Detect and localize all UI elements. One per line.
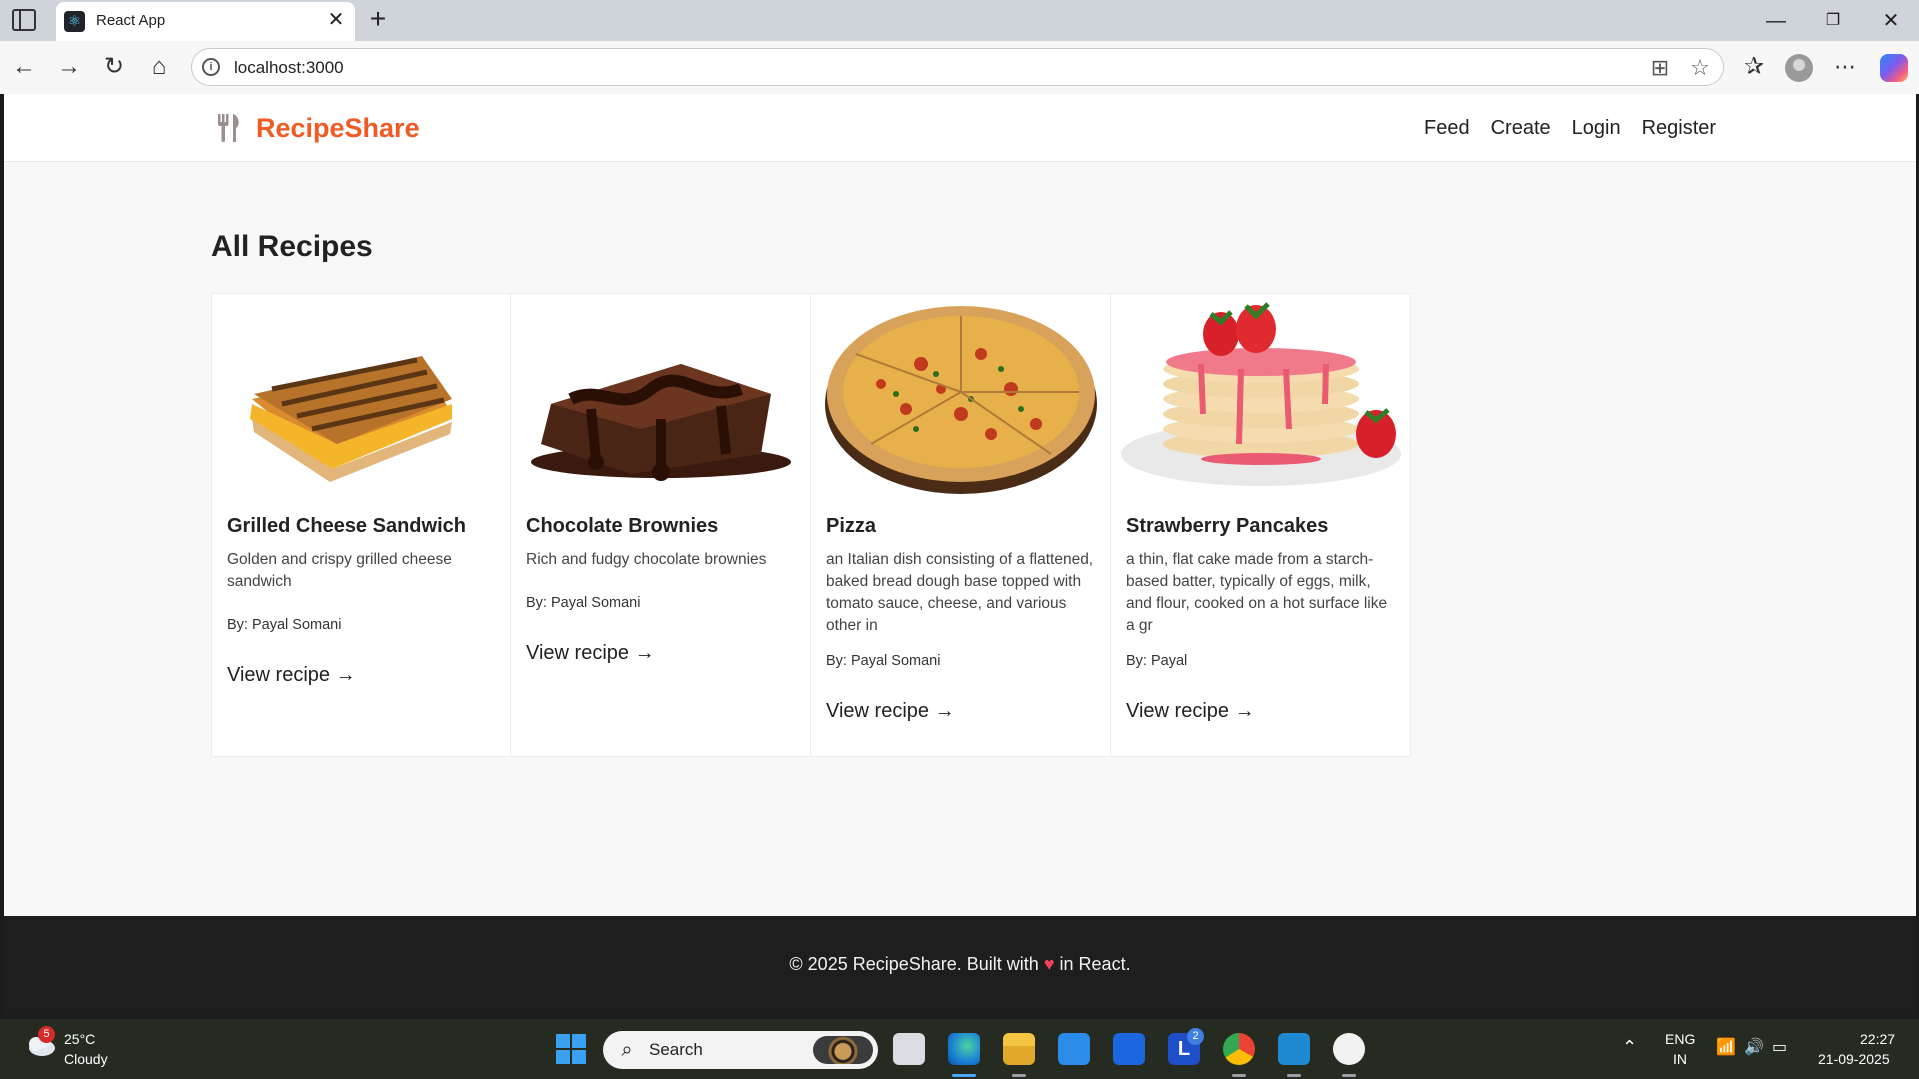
reload-icon[interactable]: ↻ [98, 51, 130, 83]
mongodb-icon[interactable] [1333, 1033, 1365, 1065]
site-header: RecipeShare Feed Create Login Register [4, 94, 1916, 162]
dropbox-icon[interactable] [1113, 1033, 1145, 1065]
brand-logo-text[interactable]: RecipeShare [256, 113, 420, 144]
weather-condition[interactable]: Cloudy [64, 1051, 108, 1067]
recipe-image-strawberry-pancakes [1121, 302, 1401, 486]
edge-browser-icon[interactable] [948, 1033, 980, 1065]
favorite-star-icon[interactable]: ☆ [1687, 55, 1713, 81]
mail-icon[interactable] [1058, 1033, 1090, 1065]
recipe-title[interactable]: Grilled Cheese Sandwich [227, 515, 466, 538]
recipe-description: Rich and fudgy chocolate brownies [526, 551, 767, 568]
volume-icon[interactable]: 🔊 [1744, 1037, 1764, 1057]
clock-date[interactable]: 21-09-2025 [1818, 1051, 1890, 1067]
recipe-image-brownies [531, 364, 791, 481]
search-highlight-icon [813, 1036, 873, 1064]
fork-knife-icon [216, 112, 242, 144]
recipe-grid: Grilled Cheese Sandwich Golden and crisp… [211, 293, 1411, 757]
recipe-author: By: Payal [1126, 653, 1188, 669]
copilot-icon[interactable] [1880, 54, 1908, 82]
taskbar-search[interactable]: ⌕ Search [603, 1031, 878, 1069]
chrome-indicator [1232, 1074, 1246, 1077]
language-top[interactable]: ENG [1665, 1031, 1695, 1047]
recipe-author: By: Payal Somani [227, 617, 342, 633]
recipe-card: Strawberry Pancakes a thin, flat cake ma… [1111, 293, 1411, 757]
profile-avatar-icon[interactable] [1785, 54, 1813, 82]
clock-time[interactable]: 22:27 [1860, 1031, 1895, 1047]
language-bottom[interactable]: IN [1673, 1051, 1687, 1067]
vscode-indicator [1287, 1074, 1301, 1077]
back-icon[interactable]: ← [8, 51, 40, 83]
home-icon[interactable]: ⌂ [143, 51, 175, 83]
site-info-icon[interactable]: i [202, 58, 220, 76]
footer-text: © 2025 RecipeShare. Built with ♥ in Reac… [4, 954, 1916, 975]
mongodb-indicator [1342, 1074, 1356, 1077]
recipe-description: a thin, flat cake made from a starch-bas… [1126, 551, 1388, 634]
nav-link-create[interactable]: Create [1491, 117, 1551, 140]
nav-link-feed[interactable]: Feed [1424, 117, 1470, 140]
battery-icon[interactable]: ▭ [1772, 1037, 1787, 1057]
recipe-title[interactable]: Chocolate Brownies [526, 515, 718, 538]
recipe-description: Golden and crispy grilled cheese sandwic… [227, 551, 452, 590]
site-nav: Feed Create Login Register [1424, 117, 1716, 140]
heart-icon: ♥ [1043, 954, 1055, 974]
forward-icon[interactable]: → [53, 51, 85, 83]
more-options-icon[interactable]: ⋯ [1829, 51, 1861, 83]
weather-temperature[interactable]: 25°C [64, 1031, 95, 1047]
taskbar: 5 25°C Cloudy ⌕ Search L 2 ⌃ ENG IN 📶 🔊 … [0, 1019, 1919, 1079]
restore-window-icon[interactable]: ❐ [1813, 6, 1853, 36]
nav-link-register[interactable]: Register [1642, 117, 1716, 140]
recipe-author: By: Payal Somani [526, 595, 641, 611]
recipe-card: Pizza an Italian dish consisting of a fl… [811, 293, 1111, 757]
browser-tab-active[interactable]: ⚛ React App ✕ [56, 2, 355, 41]
recipe-author: By: Payal Somani [826, 653, 941, 669]
recipe-card: Chocolate Brownies Rich and fudgy chocol… [511, 293, 811, 757]
view-recipe-link[interactable]: View recipe → [227, 664, 356, 687]
footer-text-end: in React. [1059, 954, 1131, 974]
browser-toolbar: ← → ↻ ⌂ i localhost:3000 ⊞ ☆ ✰ ⋯ [0, 41, 1919, 94]
new-tab-icon[interactable]: + [364, 4, 392, 34]
search-icon: ⌕ [621, 1039, 633, 1061]
edge-active-indicator [952, 1074, 976, 1077]
windows-start-icon[interactable] [556, 1034, 586, 1064]
favorites-icon[interactable]: ✰ [1738, 51, 1770, 83]
address-bar[interactable]: i localhost:3000 ⊞ ☆ [191, 48, 1724, 86]
close-tab-icon[interactable]: ✕ [324, 8, 348, 32]
nav-link-login[interactable]: Login [1572, 117, 1621, 140]
recipe-title[interactable]: Strawberry Pancakes [1126, 515, 1328, 538]
search-label: Search [649, 1040, 703, 1059]
footer-text-start: © 2025 RecipeShare. Built with [789, 954, 1039, 974]
page-title: All Recipes [211, 230, 373, 263]
minimize-window-icon[interactable]: — [1756, 6, 1796, 36]
browser-tab-bar: ⚛ React App ✕ + — ❐ ✕ [0, 0, 1919, 41]
tab-actions-icon[interactable] [12, 9, 36, 31]
view-recipe-link[interactable]: View recipe → [526, 642, 655, 665]
explorer-indicator [1012, 1074, 1026, 1077]
recipe-description: an Italian dish consisting of a flattene… [826, 551, 1094, 634]
task-view-icon[interactable] [893, 1033, 925, 1065]
vscode-icon[interactable] [1278, 1033, 1310, 1065]
chrome-icon[interactable] [1223, 1033, 1255, 1065]
view-recipe-link[interactable]: View recipe → [826, 700, 955, 723]
page-viewport: RecipeShare Feed Create Login Register A… [4, 94, 1916, 1015]
app-available-icon[interactable]: ⊞ [1647, 55, 1673, 81]
site-footer: © 2025 RecipeShare. Built with ♥ in Reac… [4, 916, 1916, 1015]
recipe-title[interactable]: Pizza [826, 515, 876, 538]
file-explorer-icon[interactable] [1003, 1033, 1035, 1065]
tab-title: React App [96, 12, 166, 29]
url-text[interactable]: localhost:3000 [234, 58, 344, 78]
show-hidden-icons-icon[interactable]: ⌃ [1622, 1037, 1637, 1058]
weather-badge: 5 [38, 1026, 55, 1043]
recipe-image-grilled-cheese [250, 356, 452, 482]
recipe-card: Grilled Cheese Sandwich Golden and crisp… [211, 293, 511, 757]
close-window-icon[interactable]: ✕ [1871, 6, 1911, 36]
app-notification-badge: 2 [1187, 1028, 1204, 1045]
recipe-image-pizza [825, 306, 1097, 494]
view-recipe-link[interactable]: View recipe → [1126, 700, 1255, 723]
wifi-icon[interactable]: 📶 [1716, 1037, 1736, 1057]
react-favicon-icon: ⚛ [64, 11, 85, 32]
